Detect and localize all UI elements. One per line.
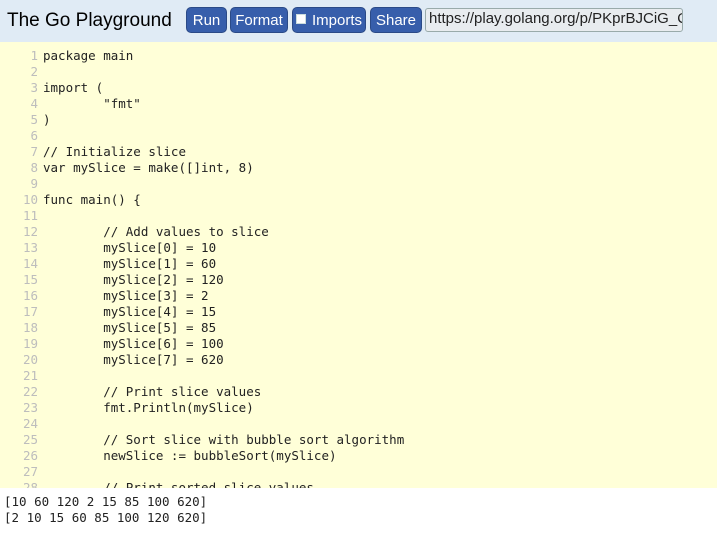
imports-toggle-button[interactable]: Imports xyxy=(292,7,366,33)
line-number: 13 xyxy=(22,240,38,255)
line-number: 5 xyxy=(30,112,38,127)
share-url-field[interactable]: https://play.golang.org/p/PKprBJCiG_Q xyxy=(425,8,683,32)
line-number: 23 xyxy=(22,400,38,415)
format-button[interactable]: Format xyxy=(230,7,288,33)
code-line[interactable]: mySlice[2] = 120 xyxy=(43,272,223,288)
line-number: 3 xyxy=(30,80,38,95)
line-number: 17 xyxy=(22,304,38,319)
line-number: 28 xyxy=(22,480,38,488)
line-number: 15 xyxy=(22,272,38,287)
code-editor[interactable]: 1 package main 2 3 import ( 4 "fmt" 5) 6 7 // Ini… xyxy=(0,42,717,488)
line-number: 16 xyxy=(22,288,38,303)
code-line[interactable]: // Print slice values xyxy=(43,384,261,400)
code-line[interactable]: mySlice[7] = 620 xyxy=(43,352,223,368)
code-line[interactable]: ) xyxy=(43,112,51,128)
code-line[interactable]: mySlice[6] = 100 xyxy=(43,336,223,352)
output-line: [10 60 120 2 15 85 100 620] xyxy=(4,494,208,509)
line-number: 25 xyxy=(22,432,38,447)
line-number: 21 xyxy=(22,368,38,383)
page-title: The Go Playground xyxy=(7,10,172,31)
line-number: 11 xyxy=(22,208,38,223)
code-line[interactable]: func main() { xyxy=(43,192,141,208)
code-line[interactable]: mySlice[0] = 10 xyxy=(43,240,216,256)
imports-label: Imports xyxy=(311,12,362,29)
code-line[interactable]: package main xyxy=(43,48,133,64)
code-line[interactable]: // Print sorted slice values xyxy=(43,480,314,488)
share-button[interactable]: Share xyxy=(370,7,422,33)
code-line[interactable]: newSlice := bubbleSort(mySlice) xyxy=(43,448,336,464)
imports-checkbox-icon[interactable] xyxy=(295,14,306,24)
line-number: 6 xyxy=(30,128,38,143)
line-number: 27 xyxy=(22,464,38,479)
line-number: 14 xyxy=(22,256,38,271)
line-number: 1 xyxy=(30,48,38,63)
line-number: 4 xyxy=(30,96,38,111)
top-bar: The Go Playground Run Format Imports Sha… xyxy=(0,0,717,42)
code-line[interactable]: // Add values to slice xyxy=(43,224,269,240)
line-number: 2 xyxy=(30,64,38,79)
line-number: 9 xyxy=(30,176,38,191)
output-line: [2 10 15 60 85 100 120 620] xyxy=(4,510,208,525)
line-number: 19 xyxy=(22,336,38,351)
code-line[interactable]: mySlice[4] = 15 xyxy=(43,304,216,320)
code-line[interactable]: fmt.Println(mySlice) xyxy=(43,400,254,416)
code-line[interactable]: mySlice[3] = 2 xyxy=(43,288,208,304)
code-line[interactable]: // Sort slice with bubble sort algorithm xyxy=(43,432,404,448)
code-line[interactable]: var mySlice = make([]int, 8) xyxy=(43,160,254,176)
line-number: 12 xyxy=(22,224,38,239)
line-number: 10 xyxy=(22,192,38,207)
line-number: 22 xyxy=(22,384,38,399)
code-line[interactable]: mySlice[1] = 60 xyxy=(43,256,216,272)
line-number: 7 xyxy=(30,144,38,159)
line-number: 8 xyxy=(30,160,38,175)
line-number: 26 xyxy=(22,448,38,463)
output-panel: [10 60 120 2 15 85 100 620] [2 10 15 60 8… xyxy=(0,488,717,548)
code-line[interactable]: import ( xyxy=(43,80,103,96)
code-line[interactable]: mySlice[5] = 85 xyxy=(43,320,216,336)
code-line[interactable]: "fmt" xyxy=(43,96,141,112)
code-line[interactable]: // Initialize slice xyxy=(43,144,186,160)
line-number: 18 xyxy=(22,320,38,335)
run-button[interactable]: Run xyxy=(186,7,227,33)
line-number: 20 xyxy=(22,352,38,367)
line-number: 24 xyxy=(22,416,38,431)
